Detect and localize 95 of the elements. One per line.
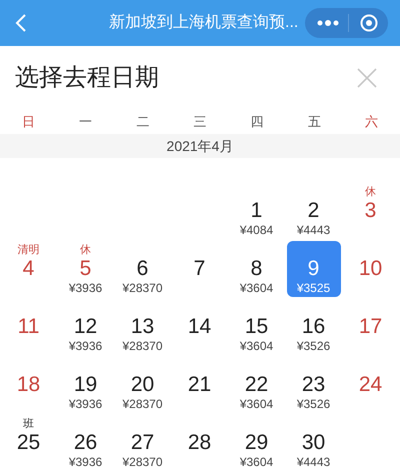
- date-cell[interactable]: 24: [344, 357, 398, 413]
- day-number: 9: [308, 257, 320, 281]
- day-number: 20: [130, 373, 154, 397]
- day-number: 25: [16, 431, 40, 455]
- date-cell[interactable]: 12 ¥3936: [58, 299, 112, 355]
- month-header: 2021年4月: [0, 134, 400, 158]
- day-number: 28: [188, 431, 212, 455]
- date-cell[interactable]: 8 ¥3604: [230, 241, 284, 297]
- weekday-label: 四: [250, 113, 264, 132]
- day-number: 12: [74, 315, 98, 339]
- day-number: 24: [358, 373, 382, 397]
- day-number: 30: [302, 431, 326, 455]
- date-cell[interactable]: 1 ¥4084: [230, 183, 284, 239]
- date-cell[interactable]: 11: [2, 299, 56, 355]
- price-label: ¥3604: [240, 281, 274, 296]
- date-cell[interactable]: 26 ¥3936: [58, 415, 112, 471]
- price-label: ¥4443: [296, 223, 330, 238]
- date-cell[interactable]: 29 ¥3604: [230, 415, 284, 471]
- date-cell[interactable]: 10: [344, 241, 398, 297]
- day-number: 7: [194, 257, 206, 281]
- date-cell[interactable]: 13 ¥28370: [116, 299, 170, 355]
- day-number: 1: [250, 199, 262, 223]
- date-cell[interactable]: 清明 4: [2, 241, 56, 297]
- price-label: ¥3936: [68, 339, 102, 354]
- weekday-label: 一: [79, 113, 92, 132]
- price-label: ¥3936: [68, 281, 102, 296]
- day-number: 29: [244, 431, 268, 455]
- date-cell[interactable]: 18: [2, 357, 56, 413]
- day-number: 16: [302, 315, 326, 339]
- date-cell[interactable]: 2 ¥4443: [286, 183, 340, 239]
- date-cell[interactable]: 休 5 ¥3936: [58, 241, 112, 297]
- price-label: ¥3604: [240, 455, 274, 470]
- date-cell[interactable]: 27 ¥28370: [116, 415, 170, 471]
- holiday-tag: 清明: [18, 244, 40, 257]
- price-label: ¥28370: [122, 281, 163, 296]
- price-label: ¥4084: [240, 223, 274, 238]
- day-number: 17: [358, 315, 382, 339]
- day-number: 23: [302, 373, 326, 397]
- price-label: ¥3526: [296, 339, 330, 354]
- date-cell[interactable]: 14: [172, 299, 226, 355]
- day-number: 5: [80, 257, 92, 281]
- page-title: 新加坡到上海机票查询预...: [109, 12, 298, 33]
- weekday-label: 三: [193, 113, 206, 132]
- day-number: 3: [364, 199, 376, 223]
- weekday-label: 五: [308, 113, 321, 132]
- day-number: 15: [244, 315, 268, 339]
- price-label: ¥3936: [68, 397, 102, 412]
- weekday-label: 六: [364, 113, 378, 132]
- date-cell[interactable]: 28: [172, 415, 226, 471]
- day-number: 14: [188, 315, 212, 339]
- date-cell[interactable]: 7: [172, 241, 226, 297]
- price-label: ¥3604: [240, 339, 274, 354]
- weekday-label: 二: [136, 113, 150, 132]
- day-number: 19: [74, 373, 98, 397]
- price-label: ¥28370: [122, 397, 163, 412]
- more-icon[interactable]: [317, 20, 339, 26]
- day-number: 6: [136, 257, 148, 281]
- date-cell[interactable]: 21: [172, 357, 226, 413]
- date-cell[interactable]: 9 ¥3525: [286, 241, 340, 297]
- day-number: 13: [130, 315, 154, 339]
- day-number: 2: [308, 199, 320, 223]
- holiday-tag: 休: [365, 186, 376, 199]
- date-cell[interactable]: 22 ¥3604: [230, 357, 284, 413]
- weekday-label: 日: [22, 113, 36, 132]
- price-label: ¥28370: [122, 455, 163, 470]
- date-cell[interactable]: 15 ¥3604: [230, 299, 284, 355]
- date-cell[interactable]: 30 ¥4443: [286, 415, 340, 471]
- day-number: 4: [22, 257, 34, 281]
- day-number: 10: [358, 257, 382, 281]
- price-label: ¥3525: [296, 281, 330, 296]
- day-number: 11: [18, 315, 40, 339]
- day-number: 8: [250, 257, 262, 281]
- date-cell[interactable]: 16 ¥3526: [286, 299, 340, 355]
- date-cell[interactable]: 17: [344, 299, 398, 355]
- price-label: ¥4443: [296, 455, 330, 470]
- date-cell[interactable]: 23 ¥3526: [286, 357, 340, 413]
- price-label: ¥3526: [296, 397, 330, 412]
- holiday-tag: 休: [80, 244, 91, 257]
- day-number: 27: [130, 431, 154, 455]
- target-icon[interactable]: [360, 14, 378, 32]
- holiday-tag: 班: [23, 418, 34, 431]
- date-cell[interactable]: 6 ¥28370: [116, 241, 170, 297]
- day-number: 21: [188, 373, 212, 397]
- sheet-title: 选择去程日期: [15, 63, 159, 93]
- date-cell[interactable]: 19 ¥3936: [58, 357, 112, 413]
- date-cell[interactable]: 休 3: [344, 183, 398, 239]
- day-number: 22: [244, 373, 268, 397]
- day-number: 26: [74, 431, 98, 455]
- price-label: ¥28370: [122, 339, 163, 354]
- date-cell[interactable]: 20 ¥28370: [116, 357, 170, 413]
- day-number: 18: [16, 373, 40, 397]
- back-icon[interactable]: [15, 13, 27, 33]
- price-label: ¥3936: [68, 455, 102, 470]
- price-label: ¥3604: [240, 397, 274, 412]
- date-cell[interactable]: 班 25: [2, 415, 56, 471]
